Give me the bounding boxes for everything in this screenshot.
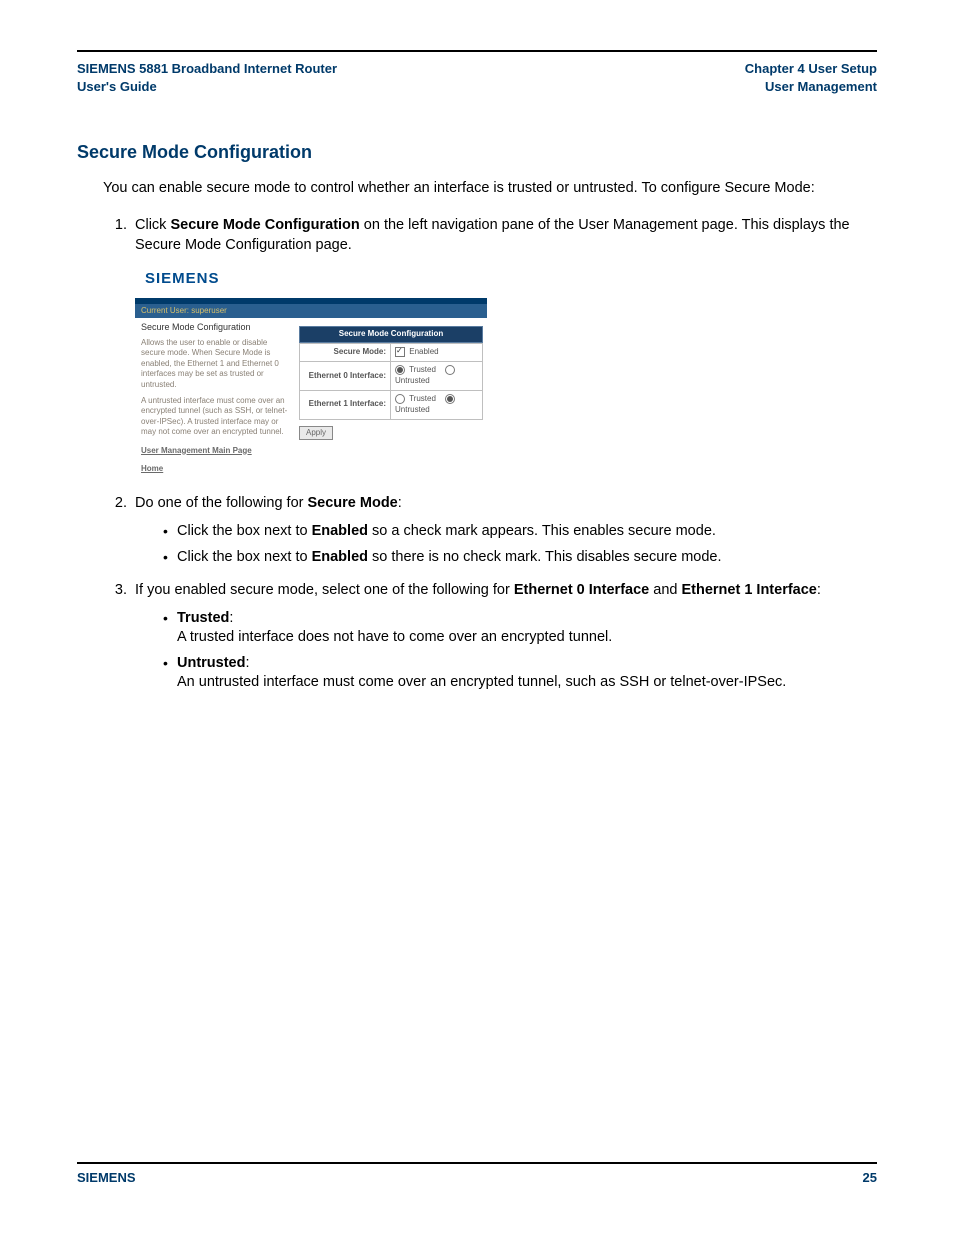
step3-bullet-trusted: Trusted: A trusted interface does not ha… bbox=[163, 609, 877, 648]
screenshot-main: Secure Mode Configuration Secure Mode: E… bbox=[299, 318, 487, 478]
step3-bold2: Ethernet 1 Interface bbox=[681, 582, 816, 598]
eth1-label: Ethernet 1 Interface: bbox=[300, 390, 391, 419]
page: SIEMENS 5881 Broadband Internet Router U… bbox=[0, 0, 954, 1235]
config-table: Secure Mode: Enabled Ethernet 0 Interfac… bbox=[299, 343, 483, 419]
sidebar-title: Secure Mode Configuration bbox=[141, 322, 293, 334]
step2-b1-post: so a check mark appears. This enables se… bbox=[368, 523, 716, 539]
sidebar-para-2: A untrusted interface must come over an … bbox=[141, 396, 293, 438]
eth1-untrusted-radio[interactable] bbox=[445, 394, 455, 404]
trusted-term: Trusted bbox=[177, 610, 229, 626]
step3-mid: and bbox=[649, 582, 681, 598]
page-number: 25 bbox=[863, 1170, 877, 1185]
apply-button[interactable]: Apply bbox=[299, 426, 333, 441]
panel-title: Secure Mode Configuration bbox=[299, 326, 483, 343]
eth1-trusted-label: Trusted bbox=[409, 394, 436, 403]
enabled-checkbox[interactable] bbox=[395, 347, 405, 357]
current-user-label: Current User: superuser bbox=[141, 306, 227, 315]
screenshot-sidebar: Secure Mode Configuration Allows the use… bbox=[135, 318, 299, 478]
step3-post: : bbox=[817, 582, 821, 598]
link-home[interactable]: Home bbox=[141, 464, 293, 474]
embedded-screenshot: SIEMENS Current User: superuser Secure M… bbox=[135, 261, 487, 478]
step3-bold1: Ethernet 0 Interface bbox=[514, 582, 649, 598]
doc-subtitle: User's Guide bbox=[77, 78, 337, 96]
steps-list: Click Secure Mode Configuration on the l… bbox=[103, 216, 877, 693]
eth0-trusted-label: Trusted bbox=[409, 365, 436, 374]
content: Secure Mode Configuration You can enable… bbox=[77, 140, 877, 693]
step3-pre: If you enabled secure mode, select one o… bbox=[135, 582, 514, 598]
page-footer: SIEMENS 25 bbox=[77, 1162, 877, 1185]
intro-text: You can enable secure mode to control wh… bbox=[103, 179, 877, 199]
footer-brand: SIEMENS bbox=[77, 1170, 136, 1185]
step2-pre: Do one of the following for bbox=[135, 495, 308, 511]
step1-bold: Secure Mode Configuration bbox=[170, 217, 359, 233]
step2-bullet-2: Click the box next to Enabled so there i… bbox=[163, 548, 877, 568]
link-user-mgmt-main[interactable]: User Management Main Page bbox=[141, 446, 293, 456]
screenshot-brand: SIEMENS bbox=[135, 261, 487, 297]
screenshot-userbar: Current User: superuser bbox=[135, 304, 487, 319]
step-2: Do one of the following for Secure Mode:… bbox=[131, 494, 877, 567]
row-secure-mode: Secure Mode: Enabled bbox=[300, 344, 483, 362]
footer-rule bbox=[77, 1162, 877, 1164]
step-3: If you enabled secure mode, select one o… bbox=[131, 581, 877, 693]
chapter-label: Chapter 4 User Setup bbox=[745, 60, 877, 78]
row-eth1: Ethernet 1 Interface: Trusted Untrusted bbox=[300, 390, 483, 419]
untrusted-desc: An untrusted interface must come over an… bbox=[177, 673, 877, 693]
step2-b1-pre: Click the box next to bbox=[177, 523, 312, 539]
section-heading: Secure Mode Configuration bbox=[77, 140, 877, 164]
doc-title: SIEMENS 5881 Broadband Internet Router bbox=[77, 60, 337, 78]
secure-mode-label: Secure Mode: bbox=[300, 344, 391, 362]
eth0-label: Ethernet 0 Interface: bbox=[300, 362, 391, 391]
sidebar-para-1: Allows the user to enable or disable sec… bbox=[141, 338, 293, 390]
step3-bullet-untrusted: Untrusted: An untrusted interface must c… bbox=[163, 654, 877, 693]
section-label: User Management bbox=[745, 78, 877, 96]
header-left: SIEMENS 5881 Broadband Internet Router U… bbox=[77, 60, 337, 96]
step2-b1-bold: Enabled bbox=[312, 523, 368, 539]
step1-pre: Click bbox=[135, 217, 170, 233]
step2-b2-bold: Enabled bbox=[312, 549, 368, 565]
eth0-trusted-radio[interactable] bbox=[395, 365, 405, 375]
eth0-untrusted-radio[interactable] bbox=[445, 365, 455, 375]
trusted-desc: A trusted interface does not have to com… bbox=[177, 628, 877, 648]
untrusted-term: Untrusted bbox=[177, 655, 245, 671]
row-eth0: Ethernet 0 Interface: Trusted Untrusted bbox=[300, 362, 483, 391]
step2-bullet-1: Click the box next to Enabled so a check… bbox=[163, 522, 877, 542]
page-header: SIEMENS 5881 Broadband Internet Router U… bbox=[77, 60, 877, 96]
step2-post: : bbox=[398, 495, 402, 511]
header-right: Chapter 4 User Setup User Management bbox=[745, 60, 877, 96]
eth1-trusted-radio[interactable] bbox=[395, 394, 405, 404]
step2-b2-post: so there is no check mark. This disables… bbox=[368, 549, 722, 565]
step-1: Click Secure Mode Configuration on the l… bbox=[131, 216, 877, 478]
step2-bold: Secure Mode bbox=[308, 495, 398, 511]
eth1-untrusted-label: Untrusted bbox=[395, 405, 430, 414]
header-rule bbox=[77, 50, 877, 52]
step2-b2-pre: Click the box next to bbox=[177, 549, 312, 565]
enabled-label: Enabled bbox=[409, 347, 438, 356]
eth0-untrusted-label: Untrusted bbox=[395, 376, 430, 385]
